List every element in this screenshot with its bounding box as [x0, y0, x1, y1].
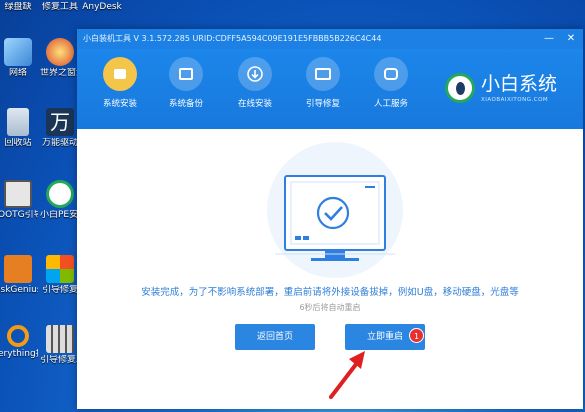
desktop-icon-label: 引导修复工具 — [40, 355, 80, 365]
desktop-icon-boot-repair-tool[interactable]: 引导修复工具 — [40, 325, 80, 366]
xiaobai-logo-icon — [46, 180, 74, 208]
tab-human-service[interactable]: 人工服务 — [358, 57, 424, 125]
everything-search-icon — [7, 325, 29, 347]
desktop-icon-boot-repair[interactable]: 引导修复 — [42, 255, 78, 296]
desktop-icon-xiaobai-pe[interactable]: 小白PE安装工具 — [40, 180, 80, 221]
grid-tool-icon — [46, 325, 74, 353]
title-bar: 小白装机工具 V 3.1.572.285 URID:CDFF5A594C09E1… — [77, 29, 583, 49]
tab-online-install[interactable]: 在线安装 — [222, 57, 288, 125]
installer-window: 小白装机工具 V 3.1.572.285 URID:CDFF5A594C09E1… — [77, 29, 583, 409]
desktop-icon-0[interactable]: 绿盘缺 — [0, 0, 36, 13]
tab-label: 引导修复 — [305, 99, 340, 109]
tab-label: 系统备份 — [168, 99, 203, 109]
recycle-bin-icon — [7, 108, 29, 136]
step-badge: 1 — [409, 328, 424, 343]
tab-boot-repair[interactable]: 引导修复 — [290, 57, 356, 125]
backup-icon — [169, 57, 203, 91]
diskgenius-icon — [4, 255, 32, 283]
xiaobai-logo-icon — [445, 73, 475, 103]
install-complete-message: 安装完成，为了不影响系统部署，重启前请将外接设备拔掉，例如U盘，移动硬盘，光盘等 — [141, 287, 519, 298]
desktop-icon-diskgenius[interactable]: iskGenius分区 — [0, 255, 38, 296]
desktop-icon-label: 绿盘缺 — [4, 2, 32, 12]
windows-logo-icon — [46, 255, 74, 283]
driver-icon: 万 — [46, 108, 74, 136]
browser-icon — [46, 38, 74, 66]
brand: 小白系统 XIAOBAIXITONG.COM — [445, 73, 575, 113]
desktop-icon-label: 引导修复 — [41, 285, 78, 295]
network-icon — [4, 38, 32, 66]
desktop-icon-label: 回收站 — [4, 138, 32, 148]
desktop-icon-label: 修复工具 — [41, 2, 78, 12]
desktop-icon-label: 万能驱动 — [41, 138, 78, 148]
desktop-icon-bootice[interactable]: OOTG引导工具 — [0, 180, 38, 221]
desktop-icon-browser[interactable]: 世界之窗浏览器 — [40, 38, 80, 79]
download-icon — [238, 57, 272, 91]
install-complete-illustration — [267, 142, 403, 278]
tab-label: 人工服务 — [373, 99, 408, 109]
tab-system-backup[interactable]: 系统备份 — [153, 57, 219, 125]
window-title: 小白装机工具 V 3.1.572.285 URID:CDFF5A594C09E1… — [83, 34, 382, 43]
header: 系统安装 系统备份 在线安装 引导修复 人工服务 小白系统 XIAOBAIXIT… — [77, 49, 583, 129]
desktop-icon-label: AnyDesk — [82, 2, 122, 12]
desktop-icon-label: 网络 — [8, 68, 27, 78]
close-button[interactable]: ✕ — [565, 33, 577, 45]
desktop-icon-label: 小白PE安装工具 — [40, 210, 80, 220]
toolbox-icon — [306, 57, 340, 91]
desktop-icon-network[interactable]: 网络 — [0, 38, 36, 79]
main-content: 安装完成，为了不影响系统部署，重启前请将外接设备拔掉，例如U盘，移动硬盘，光盘等… — [77, 129, 583, 409]
desktop-icon-recycle-bin[interactable]: 回收站 — [0, 108, 36, 149]
minimize-button[interactable]: — — [543, 33, 555, 45]
tab-label: 在线安装 — [237, 99, 272, 109]
chat-icon — [374, 57, 408, 91]
tab-label: 系统安装 — [102, 99, 137, 109]
bootice-icon — [4, 180, 32, 208]
red-arrow-icon — [329, 351, 365, 399]
desktop-icon-label: OOTG引导工具 — [0, 210, 38, 220]
system-install-icon — [103, 57, 137, 91]
tab-system-install[interactable]: 系统安装 — [87, 57, 153, 125]
desktop-icon-everything[interactable]: erything搜索 — [0, 325, 38, 360]
desktop-icon-label: 世界之窗浏览器 — [40, 68, 80, 78]
desktop-icon-anydesk[interactable]: AnyDesk — [82, 0, 122, 13]
desktop-icon-repair[interactable]: 修复工具 — [42, 0, 78, 13]
brand-subtitle: XIAOBAIXITONG.COM — [481, 97, 549, 103]
desktop-icon-label: erything搜索 — [0, 349, 38, 359]
brand-name: 小白系统 — [481, 73, 558, 95]
desktop-icon-driver[interactable]: 万 万能驱动 — [42, 108, 78, 149]
restart-countdown: 6秒后将自动重启 — [299, 303, 361, 312]
desktop-icon-label: iskGenius分区 — [0, 285, 38, 295]
back-home-button[interactable]: 返回首页 — [235, 324, 315, 350]
